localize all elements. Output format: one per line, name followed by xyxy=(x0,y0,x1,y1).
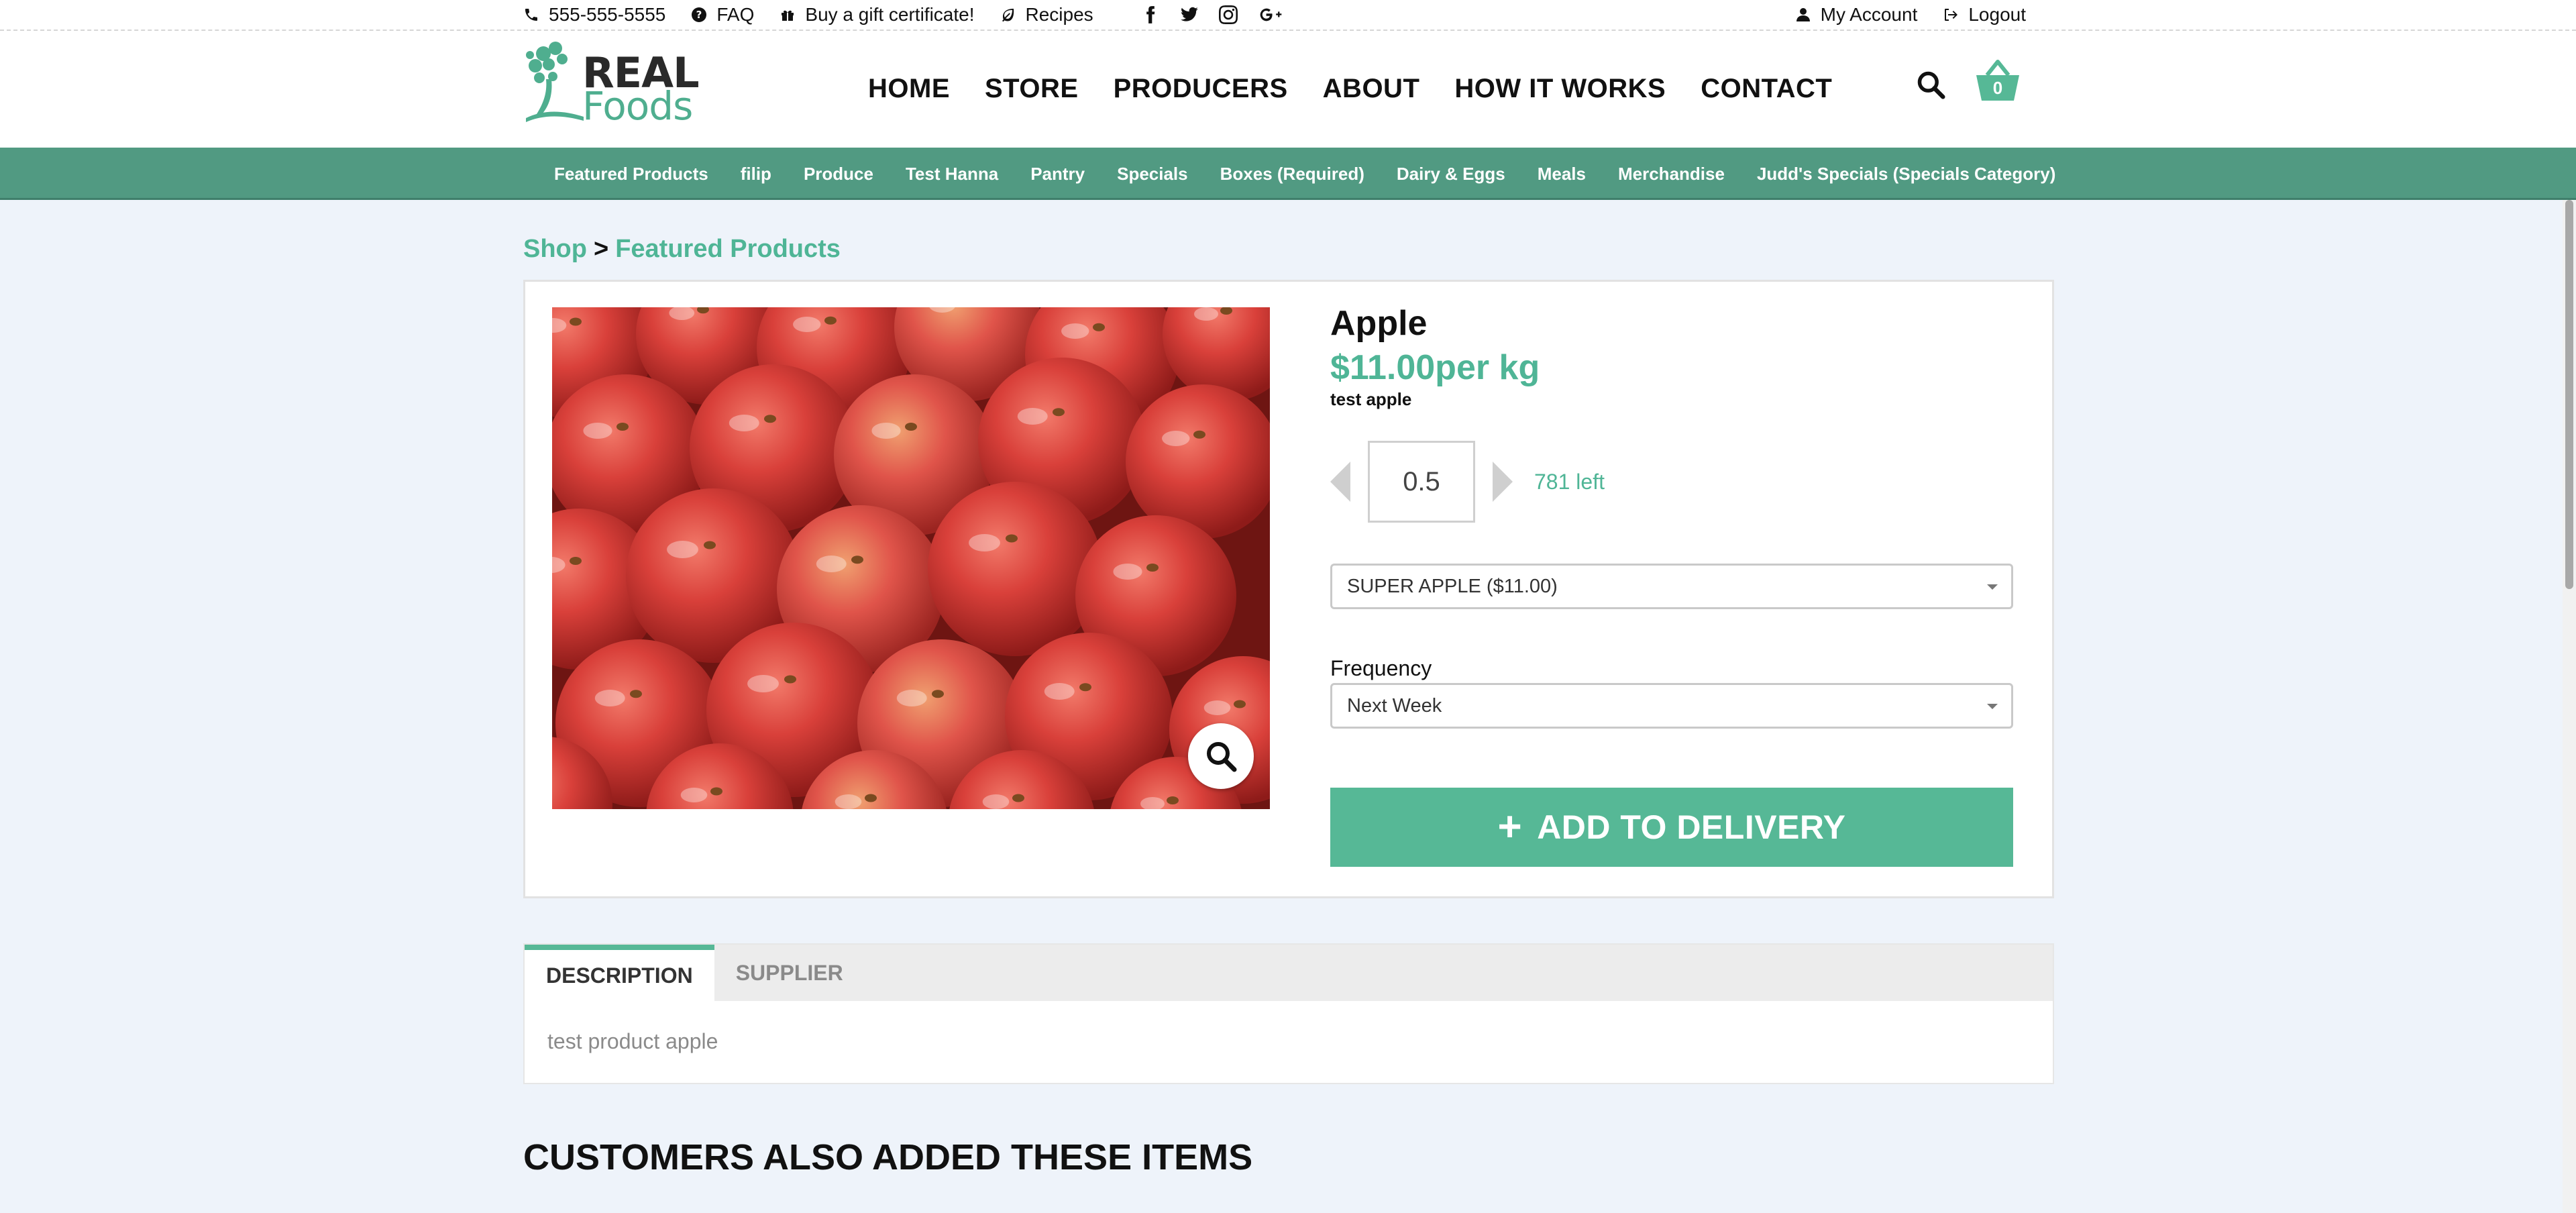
cart-count-badge: 0 xyxy=(1992,78,2003,98)
category-specials[interactable]: Specials xyxy=(1117,164,1188,184)
phone-icon xyxy=(525,9,537,21)
site-logo[interactable]: REAL Foods xyxy=(523,39,700,129)
quantity-stepper: 781 left xyxy=(1330,440,1605,523)
breadcrumb-current[interactable]: Featured Products xyxy=(615,235,841,263)
frequency-select[interactable]: Next Week xyxy=(1330,683,2013,729)
tab-content-description: test product apple xyxy=(547,1029,718,1053)
main-navigation: HOME STORE PRODUCERS ABOUT HOW IT WORKS … xyxy=(868,68,1867,109)
variant-select-value: SUPER APPLE ($11.00) xyxy=(1347,575,1558,597)
frequency-label: Frequency xyxy=(1330,656,1432,680)
product-name: Apple xyxy=(1330,304,1428,343)
breadcrumb: Shop > Featured Products xyxy=(523,235,841,264)
gift-certificate-link[interactable]: Buy a gift certificate! xyxy=(780,4,975,25)
tab-strip: DESCRIPTION SUPPLIER xyxy=(525,945,2053,1001)
breadcrumb-separator: > xyxy=(593,235,609,263)
category-dairy-eggs[interactable]: Dairy & Eggs xyxy=(1397,164,1505,184)
zoom-button[interactable] xyxy=(1188,723,1254,789)
question-circle-icon: ? xyxy=(692,7,707,22)
category-filip[interactable]: filip xyxy=(741,164,771,184)
add-to-delivery-button[interactable]: + ADD TO DELIVERY xyxy=(1330,788,2013,867)
related-items-title: CUSTOMERS ALSO ADDED THESE ITEMS xyxy=(523,1137,1253,1177)
gift-icon xyxy=(782,10,794,21)
page-scrollbar[interactable] xyxy=(2563,200,2576,1213)
product-price: $11.00per kg xyxy=(1330,348,1540,387)
cart-button[interactable]: 0 xyxy=(1975,58,2021,102)
stock-remaining: 781 left xyxy=(1534,469,1605,494)
tab-supplier[interactable]: SUPPLIER xyxy=(714,945,865,1001)
increase-quantity-button[interactable] xyxy=(1493,462,1513,502)
gift-label: Buy a gift certificate! xyxy=(805,4,975,25)
category-pantry[interactable]: Pantry xyxy=(1030,164,1085,184)
main-header: REAL Foods HOME STORE PRODUCERS ABOUT HO… xyxy=(0,31,2576,148)
chevron-down-icon xyxy=(1987,704,1998,709)
nav-home[interactable]: HOME xyxy=(868,74,950,104)
instagram-icon[interactable] xyxy=(1218,5,1238,25)
variant-select[interactable]: SUPER APPLE ($11.00) xyxy=(1330,564,2013,609)
recipes-label: Recipes xyxy=(1025,4,1093,25)
decrease-quantity-button[interactable] xyxy=(1330,462,1350,502)
tree-logo-icon xyxy=(526,42,584,122)
faq-link[interactable]: ? FAQ xyxy=(691,4,754,25)
product-image[interactable] xyxy=(552,307,1270,809)
category-produce[interactable]: Produce xyxy=(804,164,873,184)
product-info: Apple $11.00per kg test apple 781 left S… xyxy=(1330,282,2041,886)
quantity-input[interactable] xyxy=(1368,441,1475,523)
magnifier-icon xyxy=(1207,742,1237,772)
facebook-icon[interactable] xyxy=(1140,5,1161,25)
scrollbar-thumb[interactable] xyxy=(2565,200,2573,589)
category-judds-specials[interactable]: Judd's Specials (Specials Category) xyxy=(1757,164,2055,184)
svg-text:?: ? xyxy=(696,9,702,21)
chevron-down-icon xyxy=(1987,584,1998,590)
google-plus-icon[interactable] xyxy=(1257,5,1284,25)
product-subtitle: test apple xyxy=(1330,389,1412,409)
tab-description[interactable]: DESCRIPTION xyxy=(525,945,714,1001)
nav-producers[interactable]: PRODUCERS xyxy=(1114,74,1288,104)
twitter-icon[interactable] xyxy=(1179,5,1199,25)
nav-how-it-works[interactable]: HOW IT WORKS xyxy=(1454,74,1666,104)
sign-out-icon xyxy=(1945,9,1958,21)
phone-link[interactable]: 555-555-5555 xyxy=(523,4,665,25)
phone-text: 555-555-5555 xyxy=(549,4,666,25)
nav-store[interactable]: STORE xyxy=(985,74,1079,104)
logo-foods-text: Foods xyxy=(582,83,693,129)
category-merchandise[interactable]: Merchandise xyxy=(1618,164,1725,184)
nav-contact[interactable]: CONTACT xyxy=(1701,74,1832,104)
recipes-link[interactable]: Recipes xyxy=(1000,4,1093,25)
top-utility-bar: 555-555-5555 ? FAQ Buy a gift certificat… xyxy=(0,0,2576,31)
faq-label: FAQ xyxy=(716,4,755,25)
add-to-delivery-label: ADD TO DELIVERY xyxy=(1537,808,1846,846)
category-bar: Featured Products filip Produce Test Han… xyxy=(0,148,2576,200)
logout-link[interactable]: Logout xyxy=(1943,4,2026,25)
category-featured-products[interactable]: Featured Products xyxy=(554,164,708,184)
my-account-link[interactable]: My Account xyxy=(1795,4,1918,25)
leaf-icon xyxy=(1002,9,1014,22)
category-meals[interactable]: Meals xyxy=(1538,164,1586,184)
frequency-select-value: Next Week xyxy=(1347,694,1442,717)
breadcrumb-shop[interactable]: Shop xyxy=(523,235,587,263)
category-boxes[interactable]: Boxes (Required) xyxy=(1220,164,1364,184)
category-test-hanna[interactable]: Test Hanna xyxy=(906,164,998,184)
plus-icon: + xyxy=(1497,804,1523,850)
logout-label: Logout xyxy=(1968,4,2026,25)
user-icon xyxy=(1796,8,1810,21)
search-icon[interactable] xyxy=(1916,70,1945,99)
nav-about[interactable]: ABOUT xyxy=(1323,74,1420,104)
social-links xyxy=(1140,5,1303,25)
my-account-label: My Account xyxy=(1820,4,1918,25)
product-card: Apple $11.00per kg test apple 781 left S… xyxy=(523,280,2054,898)
product-tabs: DESCRIPTION SUPPLIER test product apple xyxy=(523,943,2054,1084)
